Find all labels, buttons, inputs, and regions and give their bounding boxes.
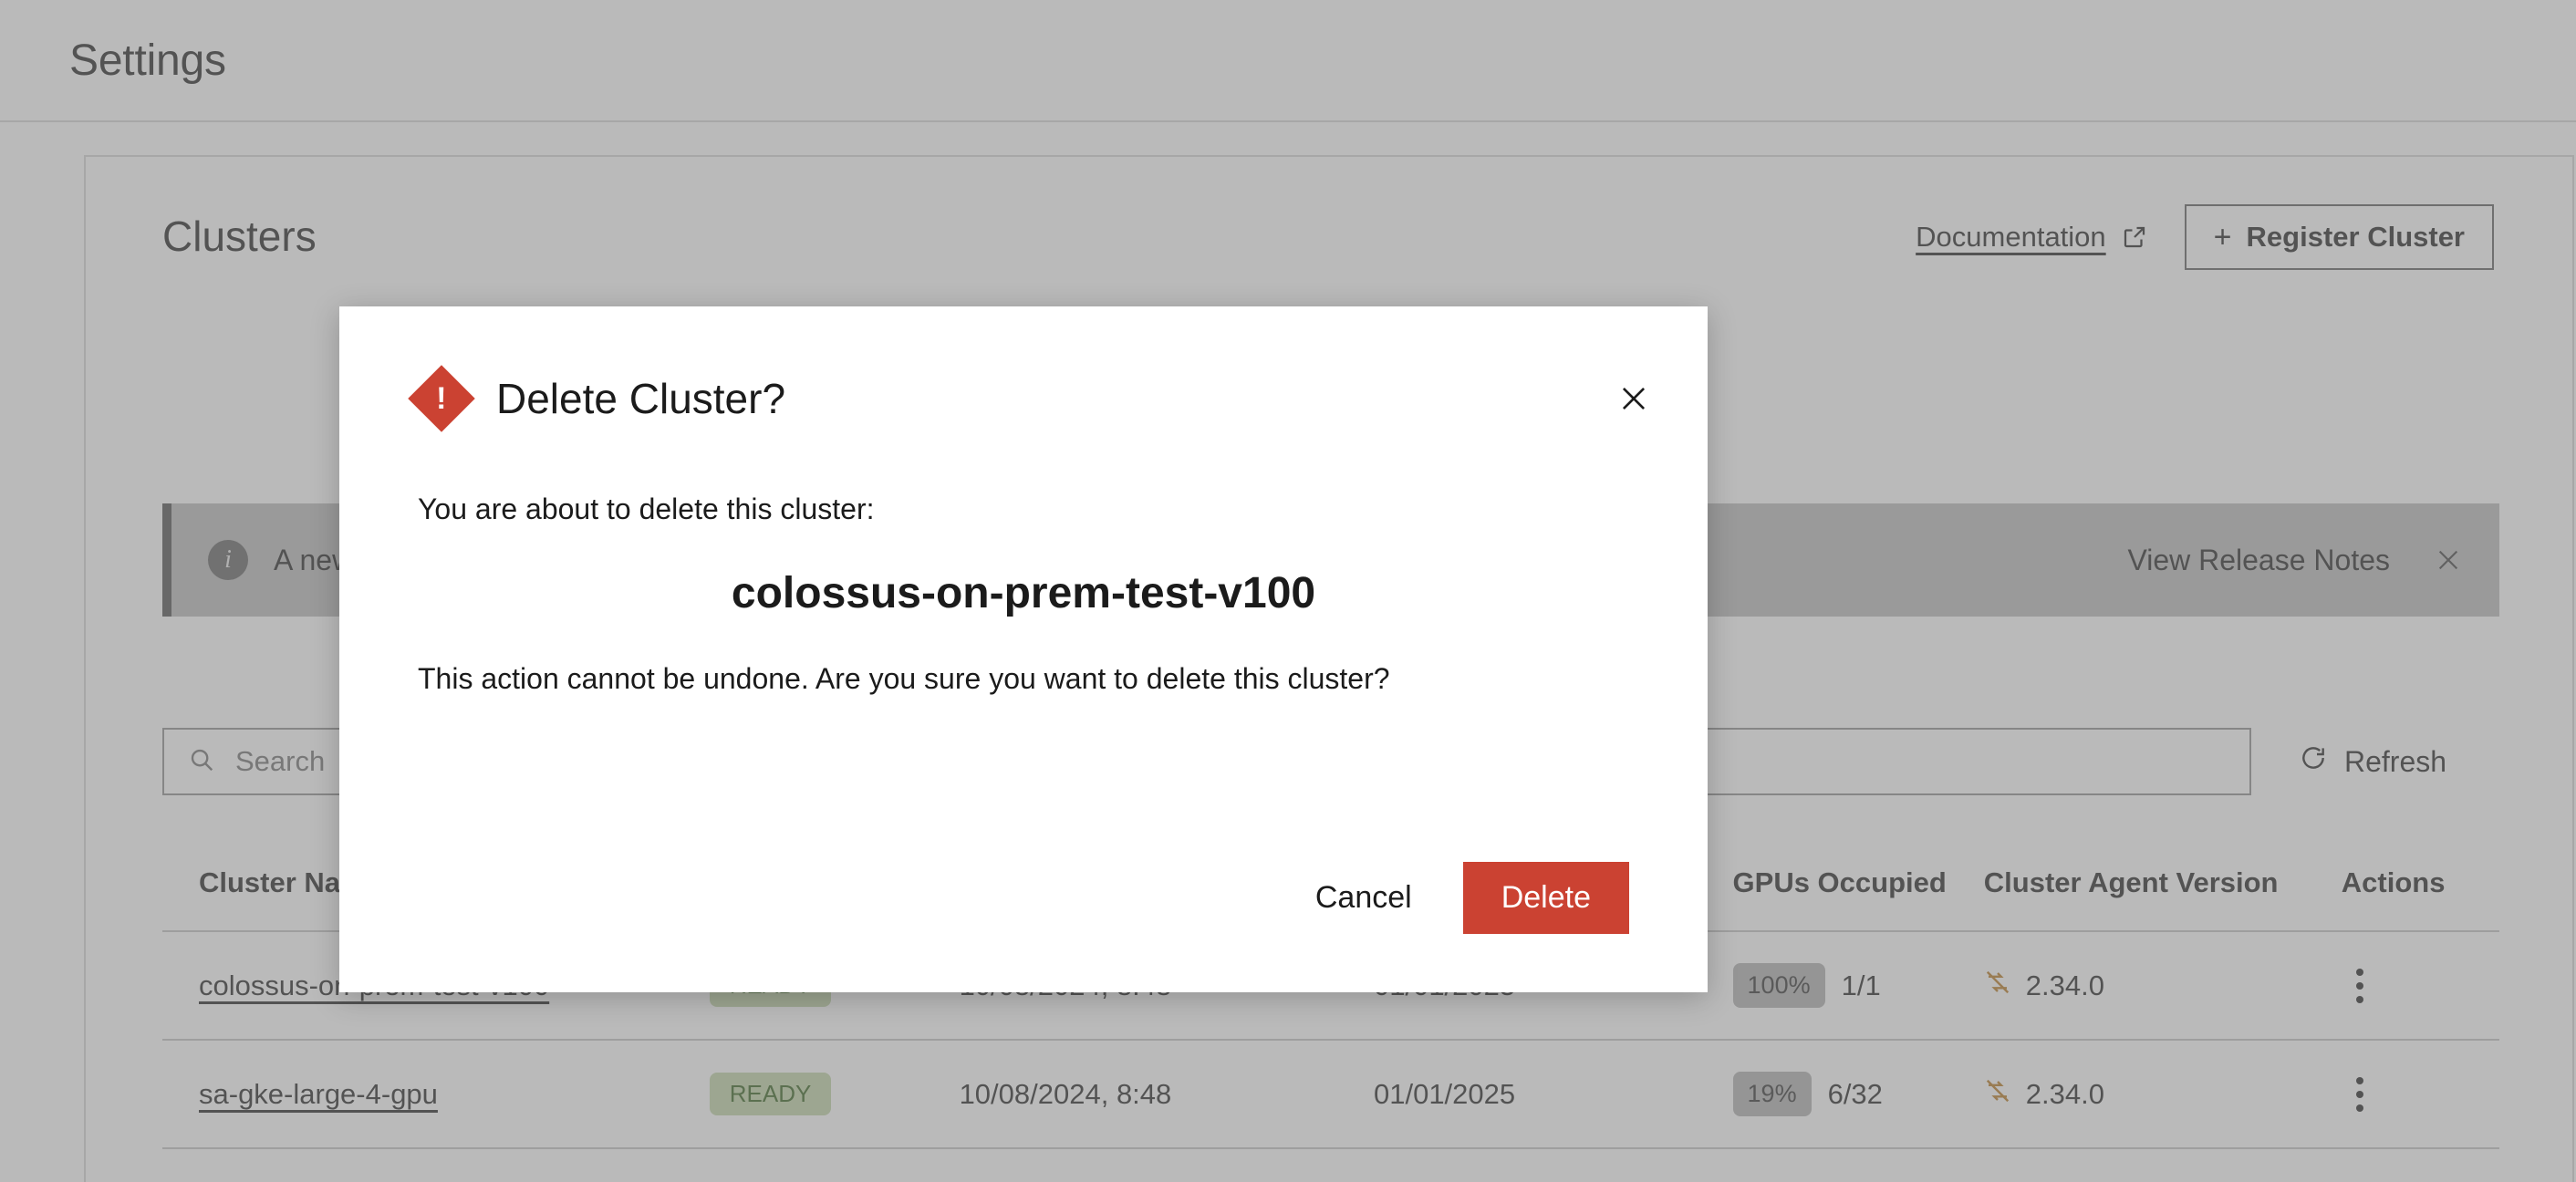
dialog-body: You are about to delete this cluster: co… bbox=[339, 493, 1708, 696]
dialog-footer: Cancel Delete bbox=[1295, 862, 1629, 934]
dialog-cluster-name: colossus-on-prem-test-v100 bbox=[731, 569, 1316, 617]
dialog-warning-text: This action cannot be undone. Are you su… bbox=[418, 662, 1390, 695]
dialog-close-icon[interactable] bbox=[1616, 381, 1651, 416]
dialog-header: ! Delete Cluster? bbox=[339, 306, 1708, 432]
dialog-intro-text: You are about to delete this cluster: bbox=[418, 493, 875, 525]
dialog-title: Delete Cluster? bbox=[496, 375, 786, 422]
app-root: Settings Clusters Documentation + Regist… bbox=[0, 0, 2576, 1182]
delete-cluster-dialog: ! Delete Cluster? You are about to delet… bbox=[339, 306, 1708, 992]
danger-exclamation-glyph: ! bbox=[436, 380, 447, 416]
danger-diamond-icon: ! bbox=[408, 365, 475, 432]
delete-button[interactable]: Delete bbox=[1462, 862, 1629, 934]
cancel-button[interactable]: Cancel bbox=[1295, 864, 1432, 932]
